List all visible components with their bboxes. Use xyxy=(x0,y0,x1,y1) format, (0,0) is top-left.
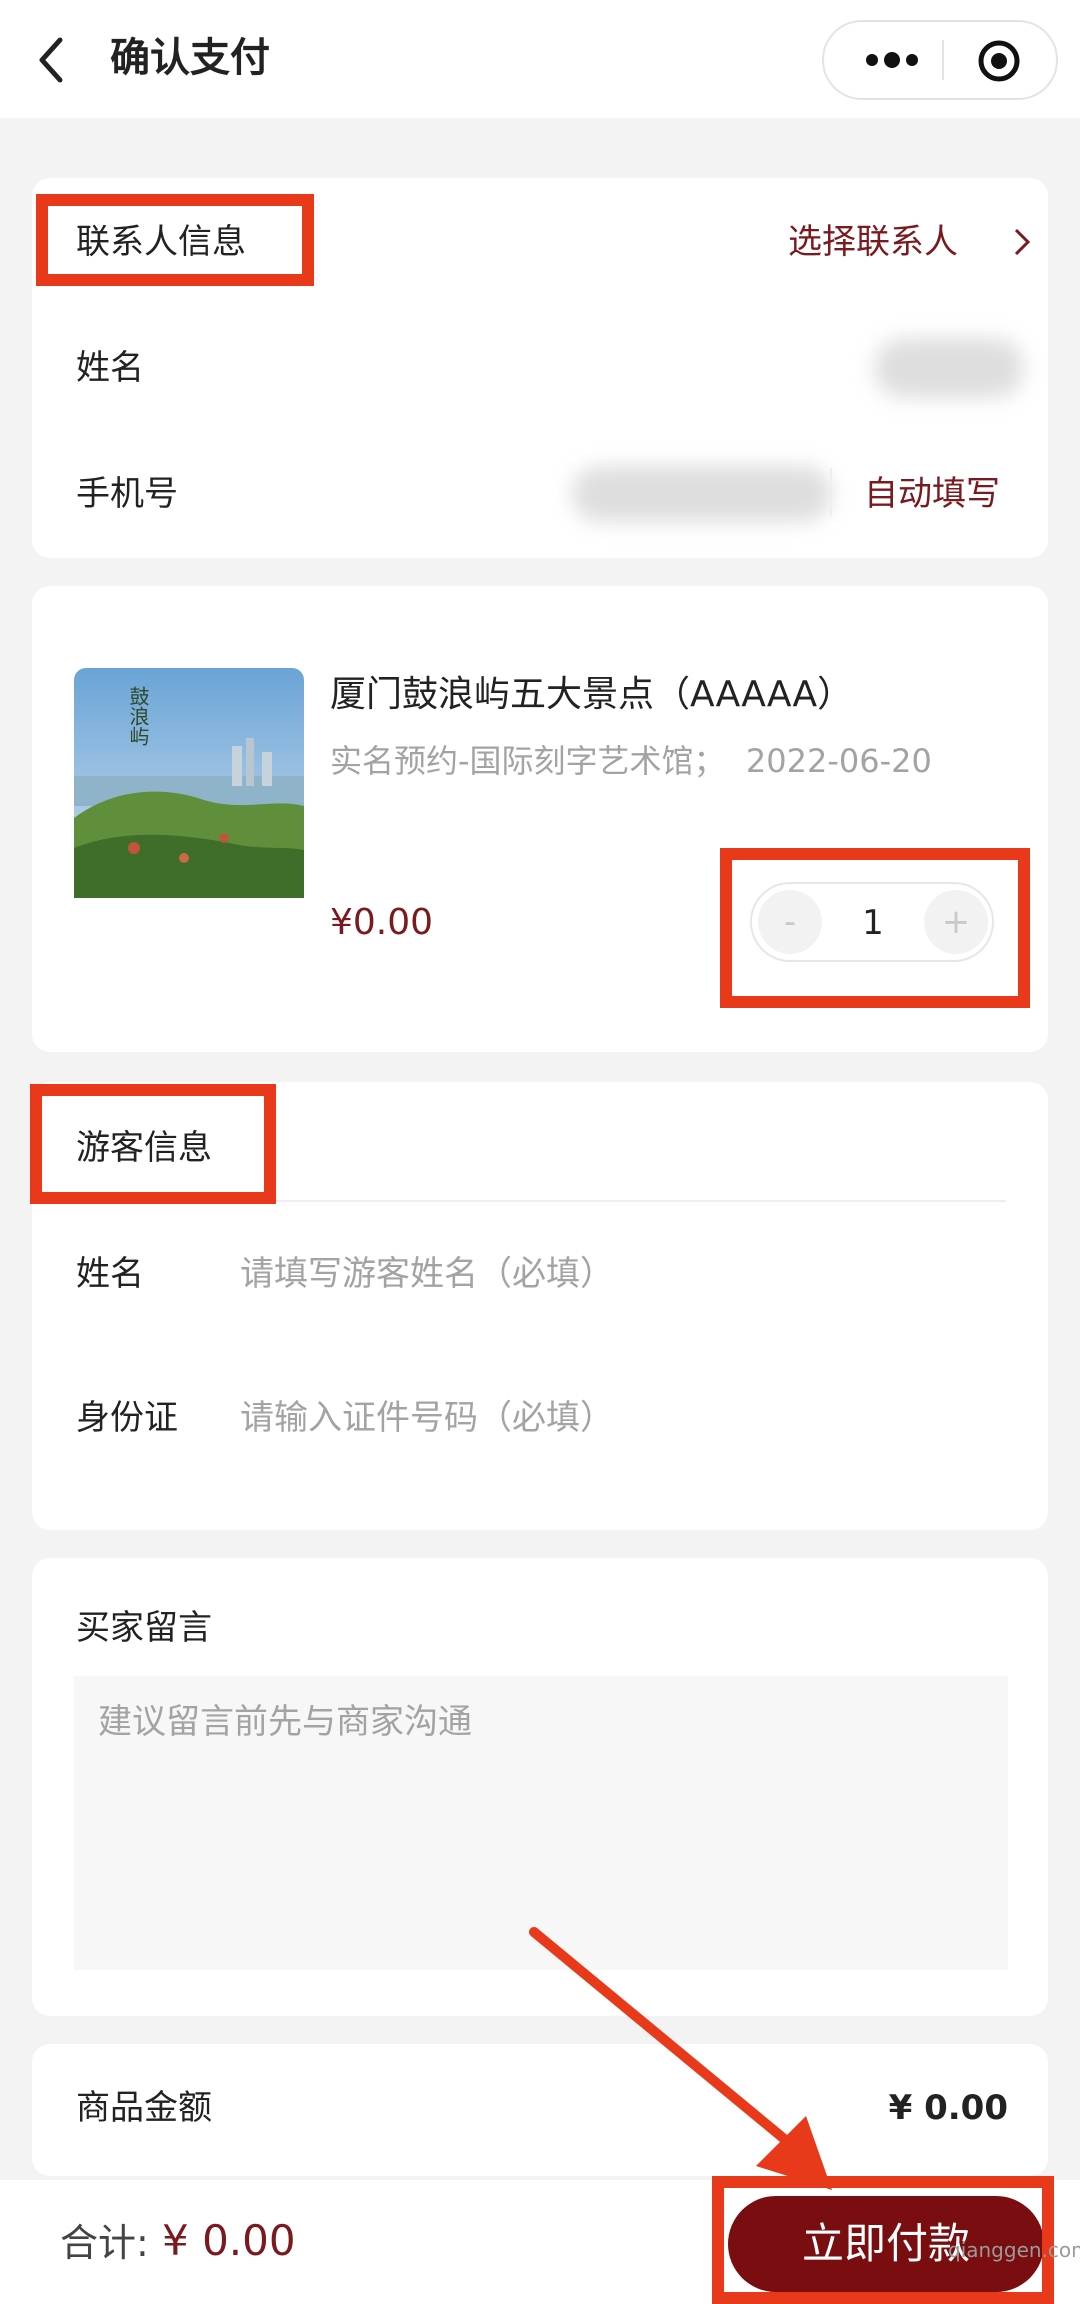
quantity-value[interactable]: 1 xyxy=(838,898,908,948)
visitor-name-label: 姓名 xyxy=(76,1254,144,1294)
contact-section-title: 联系人信息 xyxy=(76,222,246,262)
total-label: 合计: xyxy=(60,2221,149,2265)
contact-phone-blurred[interactable] xyxy=(572,466,832,522)
visitor-id-label: 身份证 xyxy=(76,1398,178,1438)
product-spec: 实名预约-国际刻字艺术馆； 2022-06-20 xyxy=(330,742,932,780)
message-title: 买家留言 xyxy=(76,1608,212,1648)
product-name: 厦门鼓浪屿五大景点（AAAAA） xyxy=(330,674,854,715)
visitor-section-title: 游客信息 xyxy=(76,1128,212,1168)
visitor-card: 游客信息 姓名 请填写游客姓名（必填） 身份证 请输入证件号码（必填） xyxy=(32,1082,1048,1530)
autofill-button[interactable]: 自动填写 xyxy=(864,470,1000,518)
annotation-arrow xyxy=(529,1927,832,2190)
contact-card: 联系人信息 选择联系人 姓名 手机号 自动填写 xyxy=(32,178,1048,558)
amount-label: 商品金额 xyxy=(76,2088,212,2128)
more-dots-icon[interactable] xyxy=(862,48,922,72)
nav-bar: 确认支付 xyxy=(0,0,1080,118)
amount-value: ¥ 0.00 xyxy=(888,2088,1008,2128)
visitor-name-input[interactable]: 请填写游客姓名（必填） xyxy=(240,1250,614,1298)
quantity-stepper: - 1 + xyxy=(750,882,994,962)
mini-program-capsule xyxy=(822,20,1058,100)
message-placeholder: 建议留言前先与商家沟通 xyxy=(98,1702,472,1742)
select-contact-link[interactable]: 选择联系人 xyxy=(788,218,958,266)
total-value: ¥ 0.00 xyxy=(162,2216,296,2265)
page-title: 确认支付 xyxy=(110,35,270,81)
close-target-icon[interactable] xyxy=(974,36,1024,86)
watermark-text: qianggen.com xyxy=(948,2238,1080,2262)
contact-phone-label: 手机号 xyxy=(76,474,178,514)
thumbnail-caption: 鼓浪屿 xyxy=(126,686,150,746)
quantity-minus-button[interactable]: - xyxy=(758,890,822,954)
product-thumbnail xyxy=(74,668,304,898)
chevron-right-icon xyxy=(1014,228,1031,256)
back-arrow-icon[interactable] xyxy=(32,30,72,90)
product-price: ¥0.00 xyxy=(330,902,434,943)
contact-name-label: 姓名 xyxy=(76,348,144,388)
phone-divider xyxy=(830,468,832,516)
product-card: 鼓浪屿 厦门鼓浪屿五大景点（AAAAA） 实名预约-国际刻字艺术馆； 2022-… xyxy=(32,586,1048,1052)
visitor-divider xyxy=(76,1200,1006,1202)
quantity-plus-button[interactable]: + xyxy=(924,890,988,954)
capsule-divider xyxy=(942,40,944,80)
visitor-id-input[interactable]: 请输入证件号码（必填） xyxy=(240,1394,614,1442)
contact-name-blurred[interactable] xyxy=(874,338,1024,398)
